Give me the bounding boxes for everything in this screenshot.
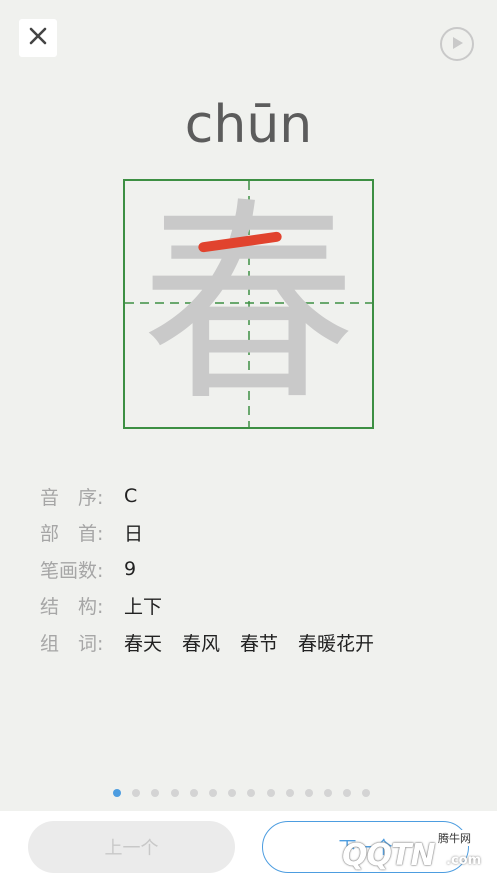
page-dot <box>324 789 333 797</box>
play-button[interactable] <box>440 27 474 61</box>
page-dot <box>132 789 141 797</box>
character-grid: 春 <box>123 179 374 429</box>
page-indicator <box>113 789 382 797</box>
info-value: 上下 <box>124 596 163 619</box>
pinyin-text: chūn <box>184 95 313 155</box>
info-label: 部 首: <box>40 523 104 546</box>
info-row-yinxu: 音 序: C <box>40 478 394 515</box>
word-list: 春天 春风 春节 春暖花开 <box>124 629 394 656</box>
info-value: C <box>124 485 138 508</box>
info-row-bihuashu: 笔画数: 9 <box>40 551 394 588</box>
page-dot <box>151 789 160 797</box>
info-label: 组 词: <box>40 632 104 655</box>
word-item[interactable]: 春风 <box>182 629 220 656</box>
close-icon <box>29 27 47 49</box>
page-dot <box>362 789 371 797</box>
bottom-bar: 上一个 下一个 <box>0 811 497 883</box>
page-dot <box>247 789 256 797</box>
word-item[interactable]: 春天 <box>124 629 162 656</box>
word-item[interactable]: 春暖花开 <box>298 629 374 656</box>
page-dot <box>208 789 217 797</box>
next-button[interactable]: 下一个 <box>262 821 469 873</box>
info-value: 9 <box>124 558 137 581</box>
page-dot <box>304 789 313 797</box>
info-label: 结 构: <box>40 596 104 619</box>
info-value: 日 <box>124 523 144 546</box>
info-label: 笔画数: <box>40 559 104 582</box>
info-row-zuci: 组 词: 春天 春风 春节 春暖花开 <box>40 624 394 661</box>
page-dot <box>189 789 198 797</box>
info-row-bushou: 部 首: 日 <box>40 515 394 552</box>
page-dot <box>228 789 237 797</box>
page-dot <box>170 789 179 797</box>
word-item[interactable]: 春节 <box>240 629 278 656</box>
play-circle-icon <box>450 35 464 54</box>
prev-button[interactable]: 上一个 <box>28 821 235 873</box>
page-dot <box>343 789 352 797</box>
character-info: 音 序: C 部 首: 日 笔画数: 9 结 构: 上下 组 词: 春天 春风 … <box>40 478 394 661</box>
info-label: 音 序: <box>40 486 104 509</box>
page-dot <box>266 789 275 797</box>
hanzi-character: 春 <box>141 179 356 429</box>
info-row-jiegou: 结 构: 上下 <box>40 588 394 625</box>
close-button[interactable] <box>19 19 57 57</box>
page-dot <box>285 789 294 797</box>
page-dot-active <box>113 789 121 797</box>
